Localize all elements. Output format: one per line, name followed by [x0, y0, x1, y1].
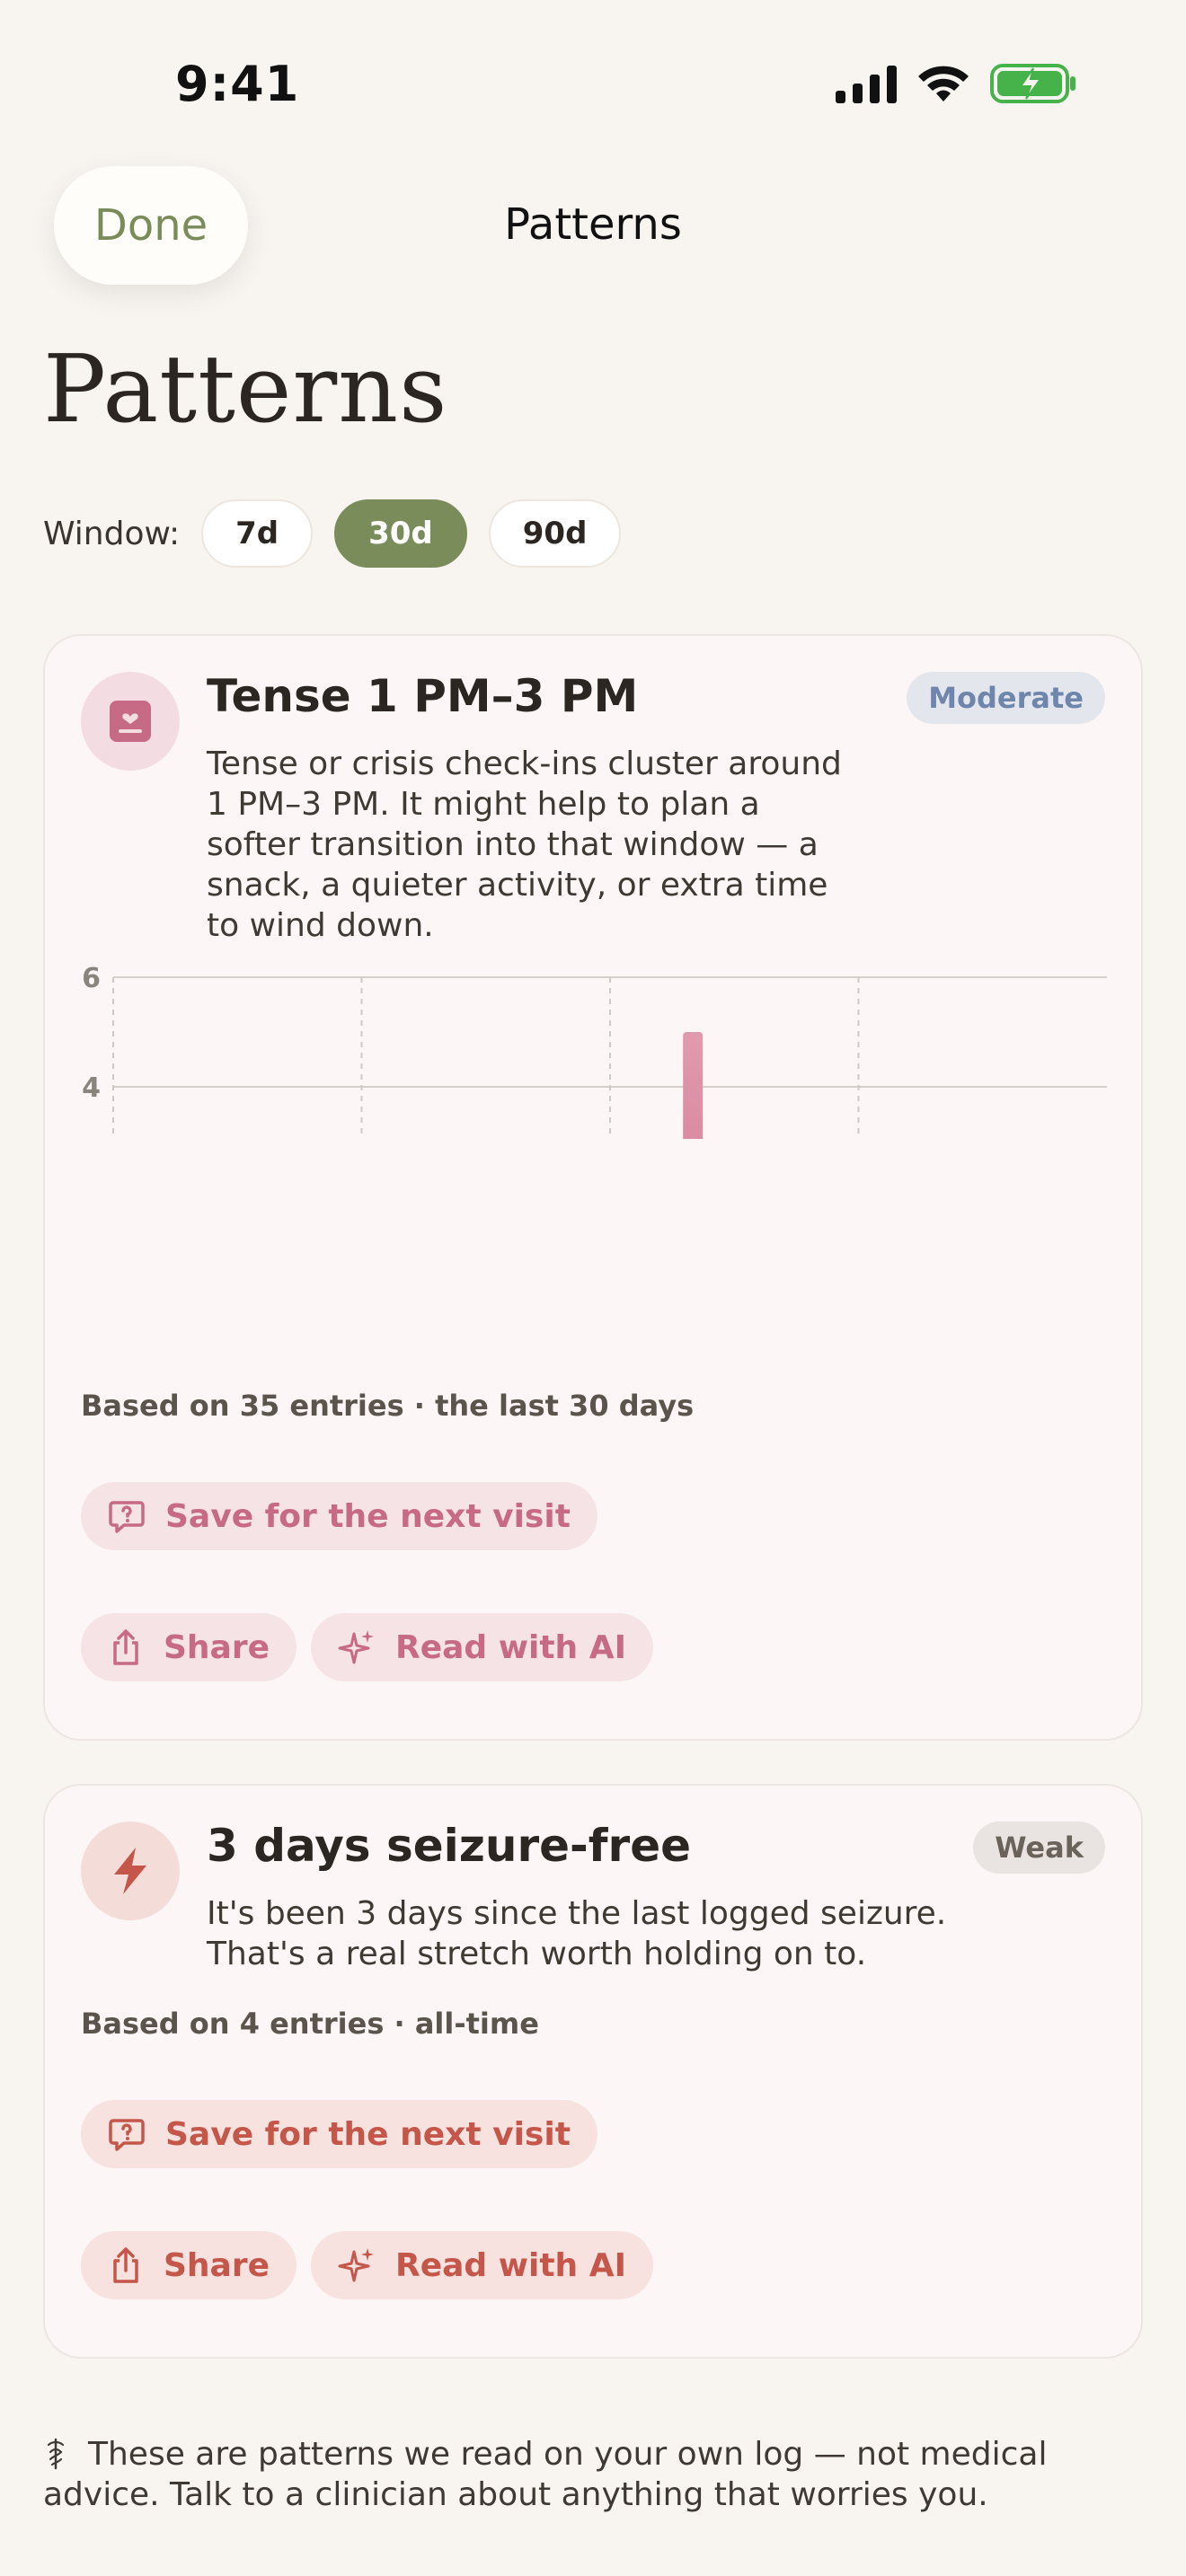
card-basis: Based on 35 entries · the last 30 days	[81, 1389, 695, 1423]
chat-question-icon	[109, 2119, 145, 2151]
cellular-signal-icon	[836, 66, 897, 103]
pattern-card-tense: Tense 1 PM–3 PM Moderate Tense or crisis…	[43, 634, 1143, 1741]
disclaimer-footer: These are patterns we read on your own l…	[43, 2434, 1148, 2515]
chart-bar	[683, 1032, 704, 1139]
lightning-bolt-icon	[81, 1822, 180, 1920]
card-body-line: It's been 3 days since the last logged s…	[207, 1895, 947, 1932]
disclaimer-text: These are patterns we read on your own l…	[43, 2436, 1048, 2513]
window-option-90d[interactable]: 90d	[488, 499, 622, 568]
read-with-ai-button[interactable]: Read with AI	[311, 2231, 653, 2299]
time-of-day-chart: 024612 AM6 AM12 PM6 PM	[82, 963, 1107, 1139]
nav-title: Patterns	[504, 199, 682, 250]
confidence-badge: Weak	[973, 1822, 1105, 1874]
y-tick-label: 4	[82, 1072, 101, 1104]
page-title: Patterns	[43, 334, 448, 444]
pattern-card-seizure-free: 3 days seizure-free Weak It's been 3 day…	[43, 1784, 1143, 2359]
status-time: 9:41	[175, 56, 300, 112]
window-label: Window:	[43, 515, 181, 552]
caduceus-icon	[43, 2434, 75, 2475]
ai-label: Read with AI	[395, 1628, 626, 1666]
chat-question-icon	[109, 1501, 145, 1533]
share-icon	[113, 2247, 138, 2283]
card-body: It's been 3 days since the last logged s…	[207, 1893, 1015, 1974]
window-option-7d[interactable]: 7d	[201, 499, 314, 568]
share-icon	[113, 1629, 138, 1665]
window-option-30d[interactable]: 30d	[334, 499, 467, 568]
battery-charging-icon	[990, 64, 1075, 103]
card-body-line: That's a real stretch worth holding on t…	[207, 1936, 867, 1972]
card-basis: Based on 4 entries · all-time	[81, 2007, 539, 2041]
sparkles-icon	[338, 2248, 374, 2282]
card-title: 3 days seizure-free	[207, 1820, 692, 1872]
share-label: Share	[164, 1628, 270, 1666]
save-label: Save for the next visit	[165, 2115, 571, 2153]
save-label: Save for the next visit	[165, 1497, 571, 1535]
window-selector: Window: 7d 30d 90d	[43, 499, 622, 568]
save-for-next-visit-button[interactable]: Save for the next visit	[81, 2100, 597, 2168]
share-label: Share	[164, 2246, 270, 2284]
status-icons	[836, 63, 1076, 104]
share-button[interactable]: Share	[81, 2231, 297, 2299]
y-tick-label: 6	[82, 963, 101, 994]
wifi-icon	[918, 66, 969, 101]
save-for-next-visit-button[interactable]: Save for the next visit	[81, 1482, 597, 1550]
sparkles-icon	[338, 1630, 374, 1664]
share-button[interactable]: Share	[81, 1613, 297, 1681]
ai-label: Read with AI	[395, 2246, 626, 2284]
read-with-ai-button[interactable]: Read with AI	[311, 1613, 653, 1681]
